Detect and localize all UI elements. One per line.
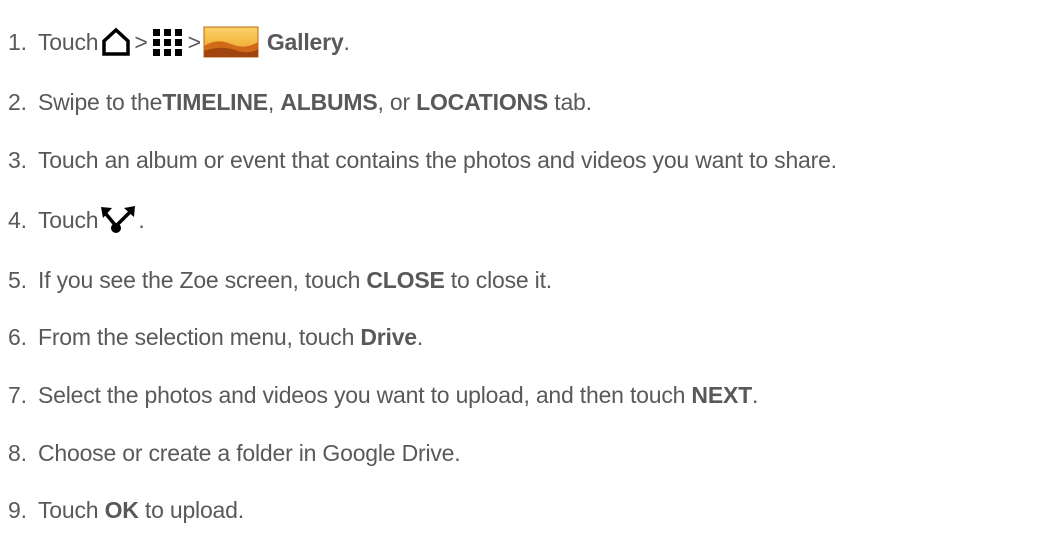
- separator: >: [187, 28, 201, 55]
- separator: >: [134, 28, 148, 55]
- step-9: 9. Touch OK to upload.: [8, 486, 244, 534]
- home-icon: [100, 27, 132, 57]
- step-text: ,: [267, 88, 281, 115]
- step-number: 9.: [8, 496, 27, 523]
- step-number: 1.: [8, 28, 27, 55]
- step-text: Select the photos and videos you want to…: [38, 381, 692, 408]
- step-number: 5.: [8, 266, 27, 293]
- step-text: Swipe to the: [38, 88, 163, 115]
- instruction-list: 1. Touch > > Gallery . 2. Swipe to the T…: [0, 0, 1048, 544]
- step-text: From the selection menu, touch: [38, 323, 361, 350]
- locations-label: LOCATIONS: [416, 88, 549, 115]
- drive-label: Drive: [360, 323, 417, 350]
- step-8: 8. Choose or create a folder in Google D…: [8, 429, 461, 477]
- albums-label: ALBUMS: [280, 88, 378, 115]
- step-7: 7. Select the photos and videos you want…: [8, 371, 758, 419]
- step-1: 1. Touch > > Gallery .: [8, 18, 350, 66]
- next-label: NEXT: [691, 381, 752, 408]
- step-5: 5. If you see the Zoe screen, touch CLOS…: [8, 256, 552, 304]
- step-text: .: [343, 28, 350, 55]
- step-4: 4. Touch .: [8, 196, 145, 244]
- step-text: Touch: [38, 206, 99, 233]
- step-number: 4.: [8, 206, 27, 233]
- step-text: Touch: [38, 28, 99, 55]
- gallery-icon: [203, 26, 259, 58]
- step-text: to upload.: [138, 496, 244, 523]
- step-6: 6. From the selection menu, touch Drive …: [8, 313, 423, 361]
- close-label: CLOSE: [366, 266, 445, 293]
- step-text: .: [751, 381, 759, 408]
- step-text: to close it.: [444, 266, 552, 293]
- step-text: .: [138, 206, 145, 233]
- share-icon: [100, 204, 138, 236]
- step-2: 2. Swipe to the TIMELINE , ALBUMS , or L…: [8, 78, 592, 126]
- timeline-label: TIMELINE: [162, 88, 268, 115]
- step-number: 6.: [8, 323, 27, 350]
- step-text: Touch an album or event that contains th…: [38, 146, 837, 173]
- step-text: Choose or create a folder in Google Driv…: [38, 439, 461, 466]
- step-text: tab.: [548, 88, 592, 115]
- step-text: , or: [377, 88, 417, 115]
- step-text: Touch: [38, 496, 105, 523]
- step-text: If you see the Zoe screen, touch: [38, 266, 367, 293]
- gallery-label: Gallery: [266, 28, 344, 55]
- apps-grid-icon: [150, 27, 186, 57]
- step-text: .: [416, 323, 424, 350]
- step-number: 3.: [8, 146, 27, 173]
- ok-label: OK: [104, 496, 139, 523]
- step-number: 7.: [8, 381, 27, 408]
- step-3: 3. Touch an album or event that contains…: [8, 136, 837, 184]
- step-number: 8.: [8, 439, 27, 466]
- step-number: 2.: [8, 88, 27, 115]
